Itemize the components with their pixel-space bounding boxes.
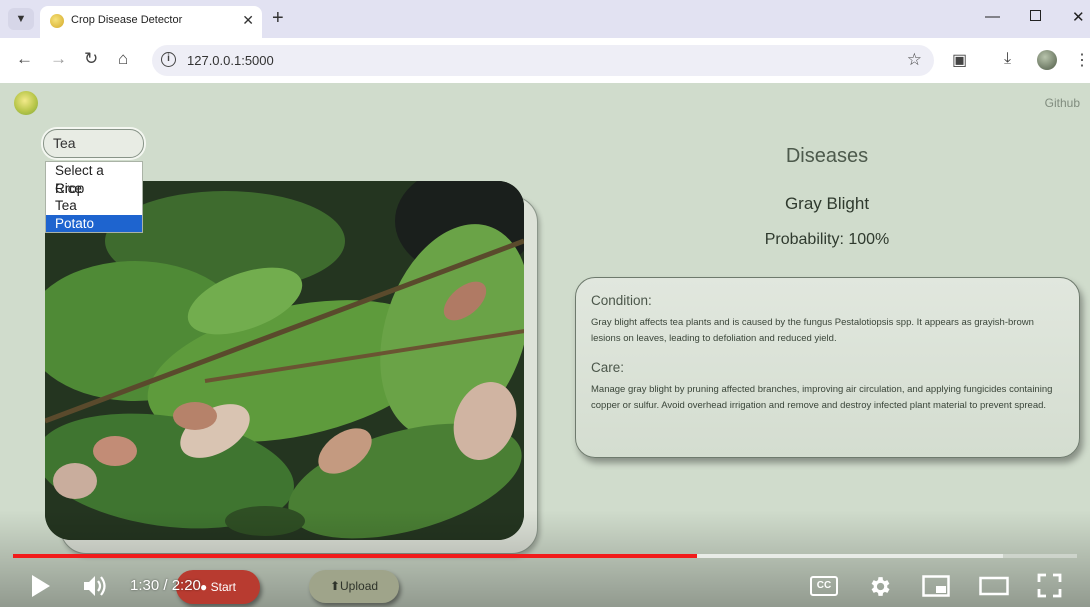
menu-icon[interactable]: ⋮ <box>1074 50 1090 70</box>
extensions-icon[interactable]: ▣ <box>952 50 967 70</box>
start-label: Start <box>210 580 236 594</box>
app-logo <box>14 91 38 115</box>
theater-mode-icon[interactable] <box>979 575 1009 597</box>
crop-options-list: Select a Crop Rice Tea Potato <box>45 161 143 233</box>
minimize-button[interactable]: — <box>985 8 1000 25</box>
uploaded-leaf-image <box>45 181 524 540</box>
video-progress-bar[interactable] <box>13 554 1077 558</box>
play-icon[interactable] <box>30 574 52 598</box>
crop-option[interactable]: Tea <box>46 197 142 215</box>
url-text: 127.0.0.1:5000 <box>187 53 274 68</box>
care-heading: Care: <box>591 360 625 375</box>
url-field[interactable]: i 127.0.0.1:5000 ☆ <box>152 45 934 76</box>
video-time: 1:30 / 2:20 <box>130 577 201 594</box>
new-tab-button[interactable]: + <box>272 7 284 30</box>
tab-bar: ▼ Crop Disease Detector ✕ + — ✕ <box>0 0 1090 38</box>
video-progress-fill <box>13 554 698 558</box>
address-bar: ← → ↻ ⌂ i 127.0.0.1:5000 ☆ ▣ ⤓ ⋮ <box>0 38 1090 83</box>
crop-option-highlighted[interactable]: Potato <box>46 214 142 232</box>
home-button[interactable]: ⌂ <box>118 49 128 69</box>
settings-gear-icon[interactable] <box>867 574 892 599</box>
upload-button[interactable]: ⬆Upload <box>309 570 399 603</box>
disease-name: Gray Blight <box>784 194 870 213</box>
upload-label: Upload <box>340 579 379 593</box>
close-tab-icon[interactable]: ✕ <box>242 12 254 29</box>
crop-select[interactable]: Tea <box>43 129 144 158</box>
volume-icon[interactable] <box>82 574 108 598</box>
profile-avatar[interactable] <box>1037 50 1057 70</box>
bookmark-star-icon[interactable]: ☆ <box>907 50 922 70</box>
close-window-button[interactable]: ✕ <box>1072 8 1085 26</box>
github-link[interactable]: Github <box>1045 96 1080 110</box>
diseases-heading: Diseases <box>785 145 869 167</box>
crop-option[interactable]: Rice <box>46 180 142 198</box>
download-icon[interactable]: ⤓ <box>1004 50 1011 68</box>
forward-button[interactable]: → <box>50 49 67 69</box>
miniplayer-icon[interactable] <box>922 575 950 597</box>
browser-tab[interactable]: Crop Disease Detector ✕ <box>40 6 262 38</box>
disease-info-card: Condition: Gray blight affects tea plant… <box>575 277 1080 458</box>
condition-heading: Condition: <box>591 293 652 308</box>
maximize-button[interactable] <box>1030 10 1041 21</box>
fullscreen-icon[interactable] <box>1037 573 1062 598</box>
favicon-icon <box>50 14 64 28</box>
back-button[interactable]: ← <box>16 49 33 69</box>
tab-search-button[interactable]: ▼ <box>8 8 34 30</box>
crop-option[interactable]: Select a Crop <box>46 162 142 196</box>
reload-button[interactable]: ↻ <box>84 49 98 69</box>
captions-icon[interactable]: CC <box>810 576 838 596</box>
leaf-photo-illustration <box>45 181 524 540</box>
condition-text: Gray blight affects tea plants and is ca… <box>591 317 1034 344</box>
tab-title: Crop Disease Detector <box>71 14 183 26</box>
probability-text: Probability: 100% <box>764 231 890 248</box>
care-text: Manage gray blight by pruning affected b… <box>591 384 1053 411</box>
site-info-icon[interactable]: i <box>161 52 176 67</box>
